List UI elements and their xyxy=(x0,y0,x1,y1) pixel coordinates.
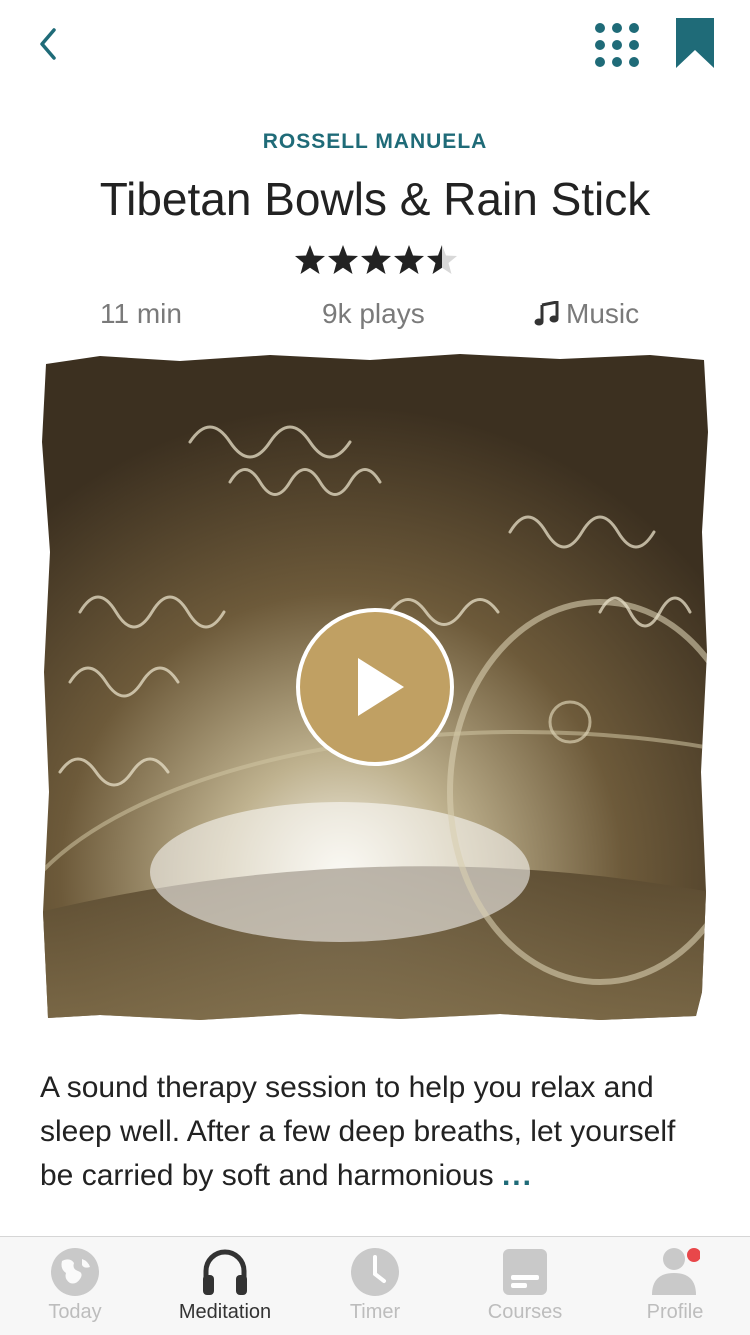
music-note-icon xyxy=(534,300,559,326)
profile-icon xyxy=(652,1248,700,1295)
star-icon xyxy=(295,245,325,274)
tab-label: Courses xyxy=(487,1301,563,1323)
tab-today[interactable]: Today xyxy=(0,1237,150,1335)
plays-count: 9k plays xyxy=(322,298,425,329)
back-chevron-icon[interactable] xyxy=(30,24,70,64)
play-icon xyxy=(358,658,404,716)
half-star-icon xyxy=(427,245,457,274)
clock-icon xyxy=(351,1248,399,1296)
tab-courses[interactable]: Courses xyxy=(450,1237,600,1335)
category-label: Music xyxy=(534,294,639,334)
headphones-icon xyxy=(203,1249,247,1295)
bookmark-icon[interactable] xyxy=(676,18,714,70)
top-bar xyxy=(0,0,750,100)
author-name[interactable]: ROSSELL MANUELA xyxy=(0,130,750,154)
star-icon xyxy=(328,245,358,274)
category-text: Music xyxy=(566,298,640,329)
description-text: A sound therapy session to help you rela… xyxy=(40,1071,676,1192)
tab-meditation[interactable]: Meditation xyxy=(150,1237,300,1335)
courses-icon xyxy=(503,1249,547,1295)
tab-bar: Today Meditation Timer Courses Profile xyxy=(0,1236,750,1335)
tab-label: Profile xyxy=(646,1301,704,1323)
session-description: A sound therapy session to help you rela… xyxy=(40,1066,712,1198)
tab-label: Meditation xyxy=(178,1301,272,1323)
read-more-link[interactable]: ... xyxy=(502,1159,533,1192)
play-button[interactable] xyxy=(296,608,454,766)
tab-timer[interactable]: Timer xyxy=(300,1237,450,1335)
rating-stars xyxy=(295,245,457,274)
duration-label: 11 min xyxy=(100,298,182,329)
tab-label: Timer xyxy=(349,1301,401,1323)
grid-menu-icon[interactable] xyxy=(594,22,640,68)
globe-icon xyxy=(51,1248,99,1296)
page-title: Tibetan Bowls & Rain Stick xyxy=(99,173,651,225)
star-icon xyxy=(361,245,391,274)
star-icon xyxy=(394,245,424,274)
tab-label: Today xyxy=(48,1301,102,1323)
notification-dot xyxy=(687,1248,700,1262)
tab-profile[interactable]: Profile xyxy=(600,1237,750,1335)
